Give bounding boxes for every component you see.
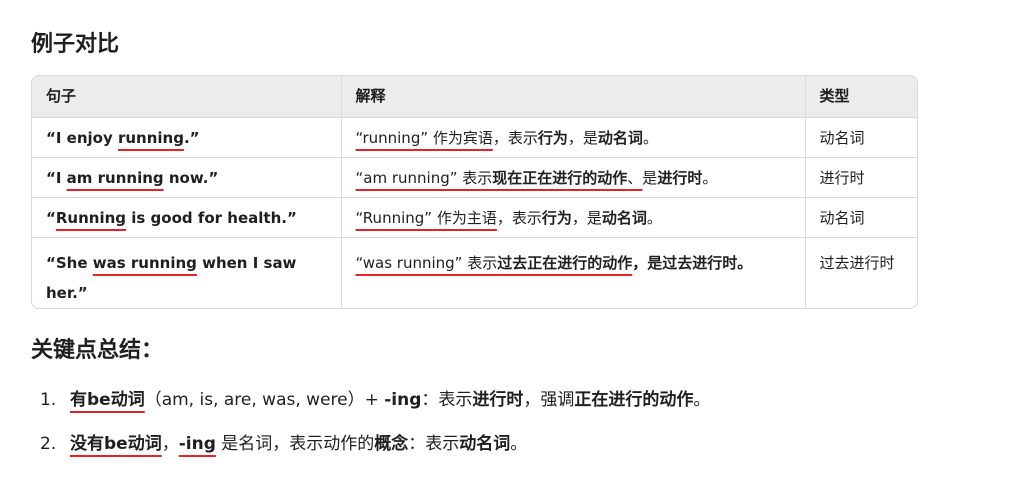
sentence-cell: “I enjoy running.” [32, 117, 342, 158]
header-type: 类型 [805, 76, 917, 118]
annotation-underline: am running [66, 169, 164, 187]
sentence-cell: “I am running now.” [32, 157, 342, 198]
table-row: “She was running when I saw her.” “was r… [32, 237, 917, 308]
annotation-underline: 有be动词 [70, 390, 145, 410]
section-title-examples: 例子对比 [31, 32, 120, 57]
summary-item: 1. 有be动词（am, is, are, was, were）+ -ing：表示… [40, 390, 711, 410]
table-row: “I am running now.” “am running” 表示现在正在进… [32, 157, 917, 198]
annotation-underline: Running [55, 209, 127, 227]
summary-item: 2. 没有be动词，-ing 是名词，表示动作的概念：表示动名词。 [40, 434, 528, 454]
annotation-underline: was running [92, 254, 197, 272]
annotation-underline: “running” 作为宾语 [355, 129, 493, 147]
explanation-cell: “am running” 表示现在正在进行的动作、是进行时。 [341, 157, 806, 198]
type-cell: 过去进行时 [819, 254, 895, 272]
annotation-underline: “Running” 作为主语 [355, 209, 497, 227]
annotation-underline: running [117, 129, 184, 147]
sentence-cell: “She was running when I saw her.” [32, 237, 342, 308]
table-header-row: 句子 解释 类型 [32, 76, 917, 118]
header-explanation: 解释 [341, 76, 806, 118]
section-title-summary: 关键点总结： [31, 338, 164, 363]
type-cell: 动名词 [805, 117, 917, 158]
annotation-underline: “am running” 表示 [355, 169, 493, 187]
explanation-cell: “was running” 表示过去正在进行的动作，是过去进行时。 [341, 237, 806, 308]
comparison-table: 句子 解释 类型 “I enjoy running.” “running” 作为… [31, 75, 918, 309]
annotation-underline: “was running” 表示 [355, 254, 498, 272]
annotation-underline: 过去正在进行的动作 [497, 254, 633, 272]
header-sentence: 句子 [32, 76, 342, 118]
table-row: “Running is good for health.” “Running” … [32, 197, 917, 238]
type-cell: 进行时 [805, 157, 917, 198]
annotation-underline: 现在正在进行的动作 [492, 169, 628, 187]
type-cell: 动名词 [805, 197, 917, 238]
explanation-cell: “Running” 作为主语，表示行为，是动名词。 [341, 197, 806, 238]
annotation-underline: -ing [178, 434, 216, 454]
explanation-cell: “running” 作为宾语，表示行为，是动名词。 [341, 117, 806, 158]
annotation-underline: 没有be动词 [70, 434, 162, 454]
table-row: “I enjoy running.” “running” 作为宾语，表示行为，是… [32, 117, 917, 158]
sentence-cell: “Running is good for health.” [32, 197, 342, 238]
